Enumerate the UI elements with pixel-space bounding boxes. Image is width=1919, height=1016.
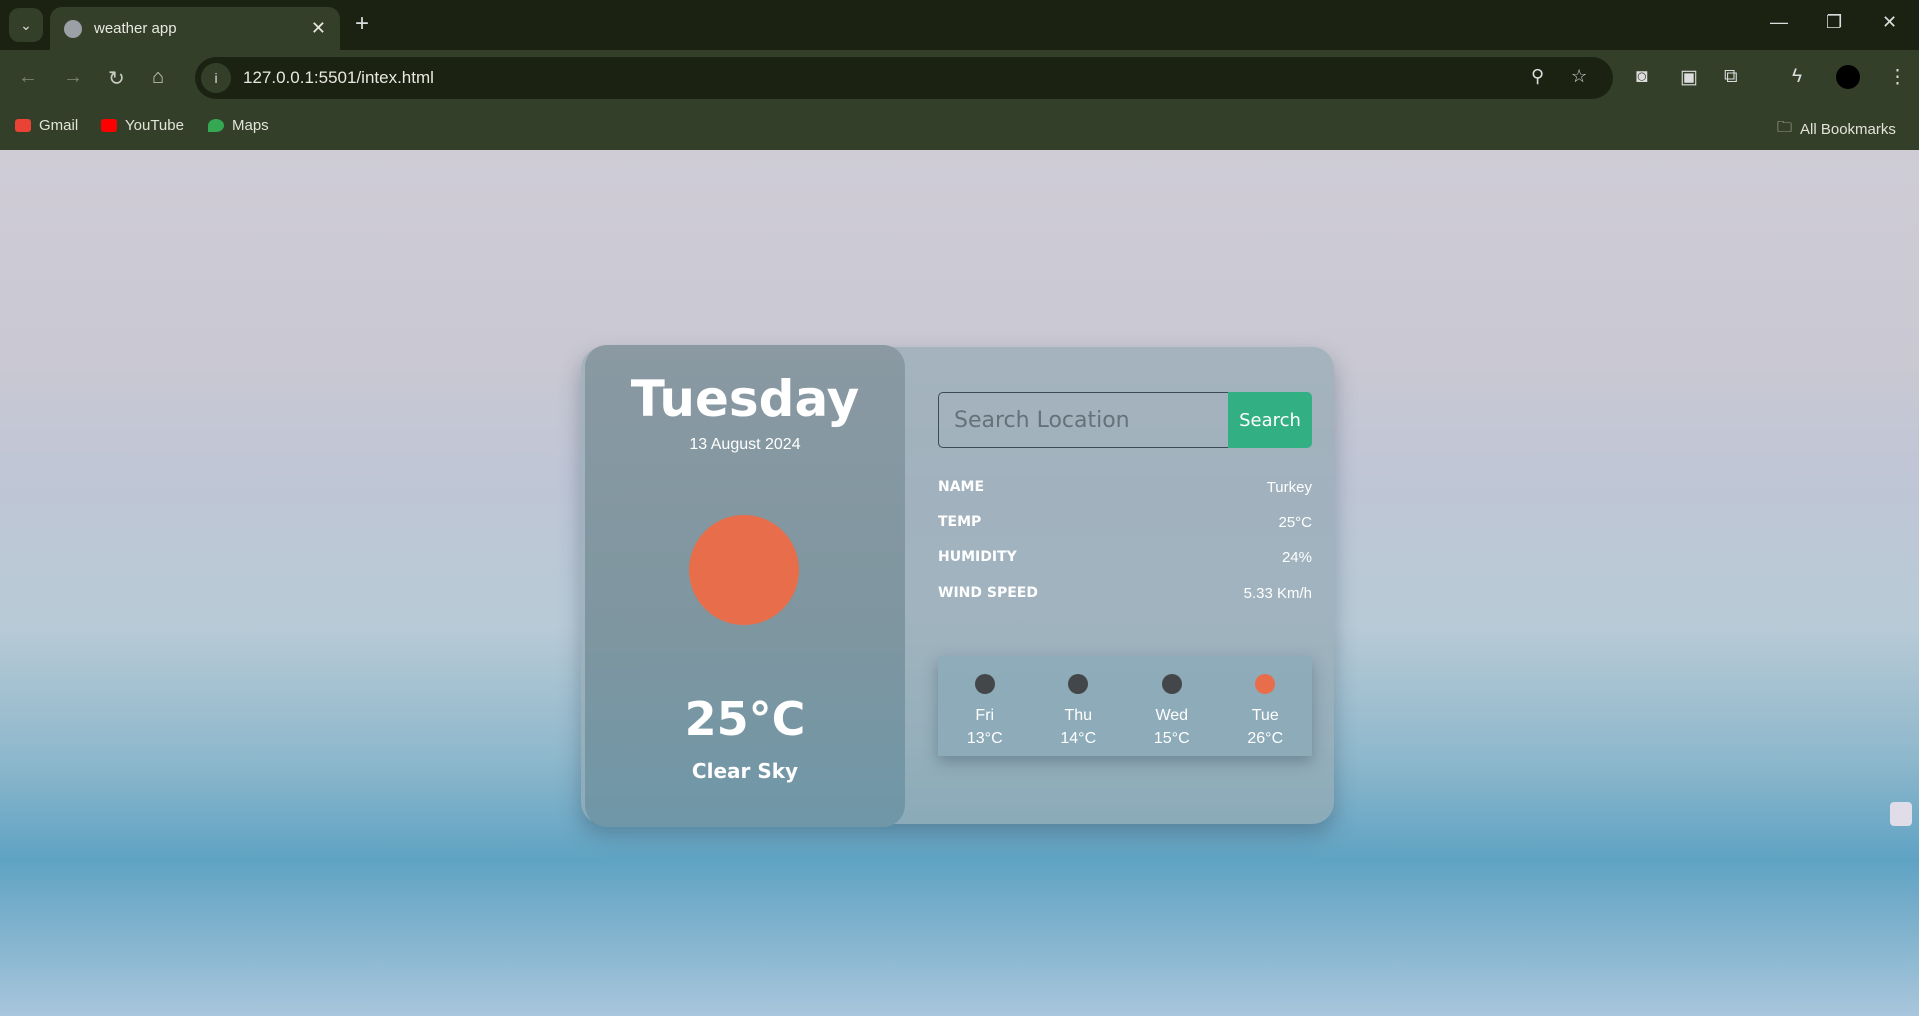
extension-side-icon[interactable] bbox=[1890, 802, 1912, 826]
detail-key: TEMP bbox=[938, 514, 982, 530]
forecast-temp: 14°C bbox=[1060, 730, 1097, 747]
all-bookmarks[interactable]: 🗀 All Bookmarks bbox=[1777, 117, 1896, 142]
bookmark-gmail[interactable]: Gmail bbox=[15, 117, 78, 134]
forecast-temp: 15°C bbox=[1153, 730, 1190, 747]
address-bar[interactable]: i 127.0.0.1:5501/intex.html ⚲ ☆ bbox=[195, 57, 1613, 99]
close-tab-icon[interactable]: ✕ bbox=[311, 18, 326, 39]
home-button[interactable]: ⌂ bbox=[152, 66, 164, 89]
detail-key: HUMIDITY bbox=[938, 549, 1017, 565]
zoom-icon[interactable]: ⚲ bbox=[1531, 66, 1544, 87]
restore-button[interactable]: ❐ bbox=[1826, 12, 1842, 33]
youtube-icon bbox=[101, 119, 117, 132]
forecast-temp: 13°C bbox=[966, 730, 1003, 747]
forecast-day: Thu bbox=[1064, 707, 1093, 724]
forecast-day: Tue bbox=[1251, 707, 1279, 724]
forecast-item: Fri 13°C bbox=[950, 674, 1020, 756]
bookmark-maps[interactable]: Maps bbox=[208, 117, 269, 134]
reload-button[interactable]: ↻ bbox=[108, 66, 125, 91]
url-text: 127.0.0.1:5501/intex.html bbox=[243, 68, 434, 87]
forecast-list: Fri 13°C Thu 14°C Wed 15°C Tue 26°C bbox=[938, 656, 1312, 756]
day-name: Tuesday bbox=[630, 370, 860, 428]
extension-app-icon[interactable]: ▣ bbox=[1680, 66, 1698, 89]
bookmarks-bar: Gmail YouTube Maps 🗀 All Bookmarks bbox=[0, 105, 1919, 150]
bookmark-label: Maps bbox=[232, 117, 269, 134]
minimize-button[interactable]: — bbox=[1770, 12, 1788, 33]
search-button[interactable]: Search bbox=[1228, 392, 1312, 448]
current-temp: 25°C bbox=[684, 692, 806, 746]
detail-key: WIND SPEED bbox=[938, 585, 1038, 601]
detail-value: Turkey bbox=[1266, 479, 1312, 496]
detail-row-humidity: HUMIDITY 24% bbox=[938, 549, 1312, 566]
toolbar: ← → ↻ ⌂ i 127.0.0.1:5501/intex.html ⚲ ☆ … bbox=[0, 50, 1919, 105]
forecast-item: Tue 26°C bbox=[1230, 674, 1300, 756]
current-weather-panel: Tuesday 13 August 2024 25°C Clear Sky bbox=[585, 345, 905, 827]
forecast-item: Wed 15°C bbox=[1137, 674, 1207, 756]
bookmark-star-icon[interactable]: ☆ bbox=[1571, 66, 1587, 87]
performance-icon[interactable]: ϟ bbox=[1792, 66, 1802, 88]
detail-value: 5.33 Km/h bbox=[1243, 585, 1312, 602]
search-input[interactable] bbox=[938, 392, 1228, 448]
date: 13 August 2024 bbox=[689, 436, 801, 453]
detail-value: 24% bbox=[1281, 549, 1312, 566]
site-info-icon[interactable]: i bbox=[201, 63, 231, 93]
close-window-button[interactable]: ✕ bbox=[1882, 12, 1897, 33]
tab-search-button[interactable]: ⌄ bbox=[9, 8, 43, 42]
sun-dot-icon bbox=[1255, 674, 1276, 694]
forecast-temp: 26°C bbox=[1247, 730, 1284, 747]
extensions-icon[interactable]: ⧉ bbox=[1724, 66, 1738, 88]
detail-row-temp: TEMP 25°C bbox=[938, 514, 1312, 531]
forecast-day: Wed bbox=[1155, 707, 1189, 724]
bookmark-youtube[interactable]: YouTube bbox=[101, 117, 184, 134]
camera-icon[interactable]: ◙ bbox=[1636, 66, 1647, 88]
bookmark-label: YouTube bbox=[125, 117, 184, 134]
tab-bar: ⌄ weather app ✕ + — ❐ ✕ bbox=[0, 0, 1919, 50]
menu-icon[interactable]: ⋮ bbox=[1888, 66, 1907, 89]
all-bookmarks-label: All Bookmarks bbox=[1800, 121, 1896, 138]
detail-value: 25°C bbox=[1278, 514, 1312, 531]
back-button[interactable]: ← bbox=[18, 66, 38, 89]
weather-dot-icon bbox=[1068, 674, 1089, 694]
globe-icon bbox=[64, 19, 82, 38]
profile-avatar[interactable] bbox=[1836, 65, 1860, 89]
forecast-item: Thu 14°C bbox=[1043, 674, 1113, 756]
detail-row-wind: WIND SPEED 5.33 Km/h bbox=[938, 585, 1312, 602]
weather-dot-icon bbox=[974, 674, 995, 694]
folder-icon: 🗀 bbox=[1777, 119, 1793, 136]
weather-description: Clear Sky bbox=[691, 759, 799, 783]
gmail-icon bbox=[15, 119, 31, 132]
bookmark-label: Gmail bbox=[39, 117, 79, 134]
detail-key: NAME bbox=[938, 479, 985, 495]
new-tab-button[interactable]: + bbox=[355, 10, 369, 38]
maps-icon bbox=[208, 119, 224, 132]
weather-dot-icon bbox=[1161, 674, 1182, 694]
detail-row-name: NAME Turkey bbox=[938, 479, 1312, 496]
sun-icon bbox=[689, 515, 799, 625]
tab-title: weather app bbox=[94, 20, 177, 37]
forward-button[interactable]: → bbox=[63, 66, 83, 89]
browser-tab[interactable]: weather app ✕ bbox=[50, 7, 340, 50]
forecast-day: Fri bbox=[975, 707, 995, 724]
